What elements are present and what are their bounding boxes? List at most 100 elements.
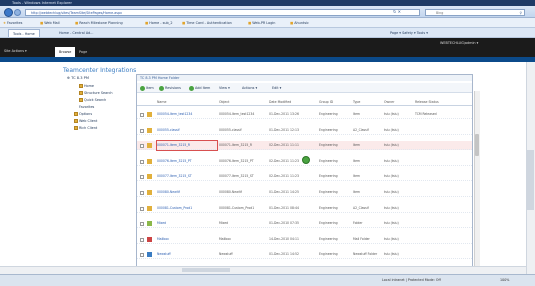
table-cell: Item	[353, 112, 361, 116]
forward-icon[interactable]	[14, 9, 21, 16]
ribbon-tab-page[interactable]: Page	[75, 47, 91, 57]
tree-item-structure-search[interactable]: Structure Search	[79, 91, 113, 95]
item-button[interactable]: Item	[140, 83, 154, 93]
search-input[interactable]: Bing ⚲	[425, 9, 525, 16]
table-row[interactable]: 000077-Item_3215_ST 000077-Item_3215_ST 02…	[137, 172, 472, 182]
row-checkbox[interactable]	[140, 191, 144, 195]
favorite-link[interactable]: ■Home - sub_2	[145, 18, 173, 28]
item-type-icon	[147, 127, 152, 133]
tree-item-web-client[interactable]: Web Client	[74, 119, 97, 123]
favorite-link[interactable]: ■Ahuntsic	[290, 18, 309, 28]
item-name-link[interactable]: 000080-NewItf	[157, 188, 217, 197]
revisions-button[interactable]: Revisions	[159, 83, 181, 93]
row-checkbox[interactable]	[140, 113, 144, 117]
horizontal-scrollbar[interactable]	[0, 266, 526, 274]
table-scrollbar[interactable]	[474, 91, 480, 267]
row-checkbox[interactable]	[140, 159, 144, 164]
table-row[interactable]: 000081-Custom_Prod1 000081-Custom_Prod1 01…	[137, 204, 472, 213]
favorite-link[interactable]: ■Web Mail	[40, 18, 60, 28]
table-cell: tsiu (tsiu)	[384, 221, 399, 226]
table-row[interactable]: 000080-NewItf 000080-NewItf 01-Dec-2011 14…	[137, 188, 472, 197]
add-item-button[interactable]: Add Item	[189, 83, 210, 93]
favorite-link[interactable]: ■Reach Milestone Planning	[75, 18, 123, 28]
actions-menu[interactable]: Actions ▾	[242, 83, 257, 93]
favorites-button[interactable]: ★Favorites	[3, 18, 22, 28]
table-cell: 02-Dec-2011 11:11	[269, 143, 299, 148]
tree-item-rich-client[interactable]: Rich Client	[74, 126, 97, 130]
page-icon: ■	[145, 21, 149, 25]
favorite-link[interactable]: ■Web-PR Login	[248, 18, 275, 28]
column-header-object[interactable]: Object	[219, 99, 229, 106]
item-name-link[interactable]: 000076-Item_3215_PT	[157, 157, 217, 166]
back-icon[interactable]	[4, 8, 13, 17]
refresh-stop-icon[interactable]: ↻ ✕	[393, 9, 401, 15]
horizontal-scroll-thumb[interactable]	[182, 268, 230, 272]
item-name-link[interactable]: Mailbox	[157, 235, 217, 244]
column-header-owner[interactable]: Owner	[384, 99, 394, 106]
table-cell: Item	[353, 158, 361, 163]
view-menu[interactable]: View ▾	[219, 83, 230, 93]
search-icon[interactable]: ⚲	[520, 10, 522, 16]
table-cell: Engineering	[319, 112, 338, 116]
table-row[interactable]: Newstuff Newstuff 01-Dec-2011 14:52 Enginee…	[137, 250, 472, 260]
item-name-link[interactable]: 000077-Item_3215_ST	[157, 172, 217, 181]
tree-root[interactable]: ⊕ TC 8.3 PM	[67, 76, 89, 80]
client-icon	[74, 126, 78, 130]
tree-item-home[interactable]: Home	[79, 84, 94, 88]
search-icon	[79, 91, 83, 95]
browser-tab[interactable]: Home - Central Ad...	[55, 29, 97, 37]
add-icon	[189, 85, 194, 91]
tree-item-quick-search[interactable]: Quick Search	[79, 98, 106, 102]
item-name-link[interactable]: Newstuff	[157, 250, 217, 259]
item-name-link[interactable]: 000071-Item_3215_R	[156, 140, 218, 152]
command-bar[interactable]: Page ▾ Safety ▾ Tools ▾	[390, 28, 428, 38]
tree-item-options[interactable]: Options	[74, 112, 92, 116]
item-type-icon	[147, 221, 152, 227]
row-checkbox[interactable]	[140, 237, 144, 242]
column-header-type[interactable]: Type	[353, 99, 360, 106]
table-row[interactable]: 000055-classif 000055-classif 01-Dec-2011 …	[137, 126, 472, 135]
item-name-link[interactable]: 000081-Custom_Prod1	[157, 204, 217, 213]
item-name-link[interactable]: Mixed	[157, 219, 217, 228]
row-checkbox[interactable]	[140, 206, 144, 211]
row-checkbox[interactable]	[140, 128, 144, 133]
table-row[interactable]: Mailbox Mailbox 14-Dec-2010 04:11 Engineeri…	[137, 235, 472, 244]
row-checkbox[interactable]	[140, 144, 144, 149]
column-header-name[interactable]: Name	[157, 99, 166, 106]
table-cell: 000055-classif	[219, 127, 242, 132]
ribbon-tab-browse[interactable]: Browse	[55, 47, 76, 57]
table-scroll-thumb[interactable]	[475, 134, 479, 156]
item-type-icon	[147, 158, 152, 164]
column-header-release[interactable]: Release Status	[415, 99, 439, 106]
item-name-link[interactable]: 000055-classif	[157, 126, 217, 135]
browser-tab[interactable]: Tools - Home	[8, 29, 40, 37]
table-header: Name Object Date Modified Group ID Type …	[137, 99, 472, 106]
table-row[interactable]: 000054-Item_test1234 000054-Item_test1234…	[137, 110, 472, 119]
row-checkbox[interactable]	[140, 222, 144, 227]
row-checkbox[interactable]	[140, 253, 144, 258]
favorite-link[interactable]: ■Time Card - Authentication	[182, 18, 232, 28]
table-cell: 000077-Item_3215_ST	[219, 174, 254, 179]
table-row[interactable]: Mixed Mixed 01-Dec-2010 07:35 Engineering Fo…	[137, 219, 472, 229]
page-scroll-thumb[interactable]	[527, 150, 534, 210]
sharepoint-ribbon: Site Actions ▾ Browse Page WEBTECHLUG\ad…	[0, 38, 535, 57]
status-bar	[0, 274, 535, 286]
browser-tab-strip: Tools - Home Home - Central Ad...	[0, 28, 535, 38]
url-field[interactable]: http://webtechlug/sites/TeamSite/SitePag…	[25, 9, 420, 16]
table-cell: A2_Classif	[353, 205, 369, 210]
table-cell: Engineering	[319, 143, 338, 148]
item-name-link[interactable]: 000054-Item_test1234	[157, 110, 217, 119]
row-checkbox[interactable]	[140, 175, 144, 180]
site-actions-menu[interactable]: Site Actions ▾	[4, 47, 27, 55]
column-header-group[interactable]: Group ID	[319, 99, 333, 106]
table-cell: tsiu (tsiu)	[384, 205, 399, 210]
favorites-bar: ★Favorites ■Web Mail ■Reach Milestone Pl…	[0, 18, 535, 28]
edit-menu[interactable]: Edit ▾	[272, 83, 281, 93]
column-header-date[interactable]: Date Modified	[269, 99, 291, 106]
table-row[interactable]: 000071-Item_3215_R 000071-Item_3215_R 02-D…	[137, 140, 472, 152]
tree-item-favorites[interactable]: Favorites	[79, 105, 94, 109]
star-icon: ★	[3, 21, 7, 25]
search-icon	[79, 98, 83, 102]
user-menu[interactable]: WEBTECHLUG\admin ▾	[440, 39, 478, 47]
zoom-level[interactable]: 100%	[500, 275, 509, 285]
